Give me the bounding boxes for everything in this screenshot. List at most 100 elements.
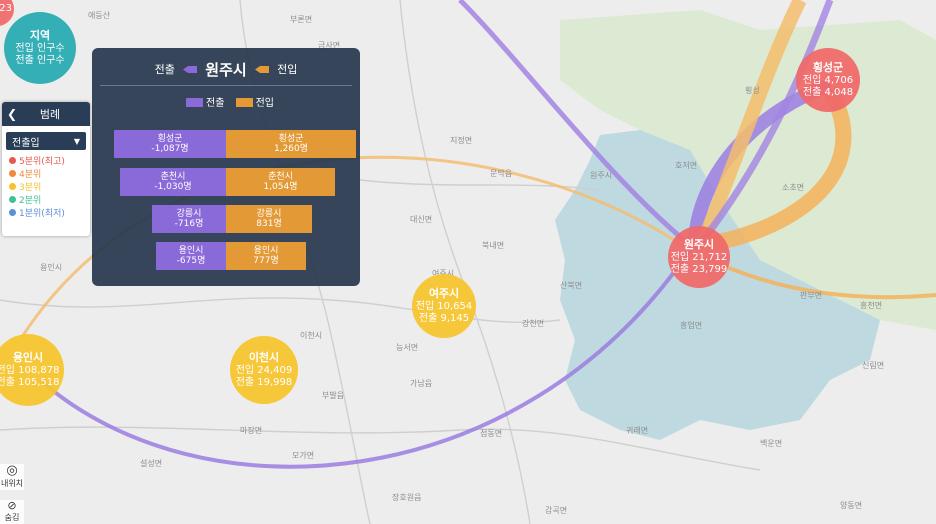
bubble-in: 전입 인구수	[15, 42, 65, 54]
bubble-out: 전출 105,518	[0, 376, 60, 388]
bar-out-value: -1,030명	[154, 182, 192, 192]
map-label: 능서면	[396, 343, 419, 352]
legend-item-label: 5분위(최고)	[19, 157, 65, 167]
legend-dot	[9, 209, 16, 216]
map-label: 강천면	[522, 319, 545, 328]
map-label: 귀래면	[626, 426, 649, 435]
hide-label: 숨김	[4, 513, 20, 522]
crosshair-icon: ◎	[6, 463, 18, 478]
legend-item: 5분위(최고)	[2, 154, 90, 167]
bar-out-value: -716명	[174, 219, 204, 229]
hide-button[interactable]: ⊘ 숨김	[0, 500, 24, 524]
map-label: 애등산	[88, 11, 111, 20]
bubble-name: 이천시	[248, 350, 280, 364]
map-label: 점동면	[480, 429, 503, 438]
map-label: 흥업면	[680, 321, 703, 330]
bubble-in: 전입 4,706	[802, 74, 854, 86]
bubble-name: 용인시	[12, 350, 44, 364]
bar-out-name: 용인시	[178, 246, 204, 256]
bubble-out: 전출 23,799	[670, 263, 728, 275]
bar-in: 용인시 777명	[226, 242, 306, 270]
legend-item-label: 4분위	[19, 170, 42, 180]
yeoju-bubble[interactable]: 여주시 전입 10,654 전출 9,145	[412, 274, 476, 338]
bar-in-value: 831명	[256, 219, 282, 229]
migration-popup: 전출 원주시 전입 전출 전입 횡성군 -1,087명 횡성군 1,260명 춘천시 -1…	[92, 48, 360, 286]
map-label: 가남읍	[410, 379, 433, 388]
bar-in: 강릉시 831명	[226, 205, 312, 233]
legend-header: ❮ 범례	[2, 102, 90, 126]
popup-title-row: 전출 원주시 전입	[92, 59, 360, 80]
legend-item: 4분위	[2, 167, 90, 180]
map-label: 모가면	[292, 451, 315, 460]
legend-dot	[9, 157, 16, 164]
my-location-button[interactable]: ◎ 내위치	[0, 464, 24, 490]
legend-select-value: 전출입	[12, 137, 40, 149]
arrow-left-icon	[183, 66, 198, 73]
bubble-in: 전입 108,878	[0, 364, 60, 376]
bar-out: 횡성군 -1,087명	[114, 130, 226, 158]
hoengseong-bubble[interactable]: 횡성군 전입 4,706 전출 4,048	[796, 48, 860, 112]
popup-title: 원주시	[205, 61, 247, 79]
map-label: 설성면	[140, 459, 163, 468]
map-label: 부발읍	[322, 391, 345, 400]
legend-item: 3분위	[2, 180, 90, 193]
map-label: 부론면	[290, 15, 313, 24]
legend-dot	[9, 170, 16, 177]
bar-in-value: 1,054명	[263, 182, 298, 192]
bar-in-name: 춘천시	[268, 172, 293, 182]
map-label: 산북면	[560, 281, 583, 290]
eye-off-icon: ⊘	[7, 499, 17, 512]
region-legend-bubble: 지역 전입 인구수 전출 인구수	[4, 12, 76, 84]
map-label: 양동면	[840, 501, 863, 510]
map-label: 북내면	[482, 241, 505, 250]
popup-out-label: 전출	[154, 63, 175, 76]
legend-item-label: 3분위	[19, 183, 42, 193]
bar-in-name: 횡성군	[278, 134, 304, 144]
map-label: 판부면	[800, 291, 823, 300]
map-label: 이천시	[300, 331, 323, 340]
icheon-bubble[interactable]: 이천시 전입 24,409 전출 19,998	[230, 336, 298, 404]
map-label: 백운면	[760, 439, 783, 448]
bubble-in: 전입 24,409	[235, 364, 293, 376]
map-label: 횡성	[745, 86, 760, 95]
map-label: 지정면	[450, 136, 473, 145]
bubble-out: 전출 4,048	[802, 86, 854, 98]
my-location-label: 내위치	[0, 479, 24, 488]
map-label: 용인시	[40, 263, 63, 272]
bar-out: 강릉시 -716명	[152, 205, 226, 233]
legend-dot	[9, 196, 16, 203]
bubble-in: 전입 10,654	[415, 300, 473, 312]
map-label: 감곡면	[545, 506, 568, 515]
map-label: 호저면	[675, 161, 698, 170]
legend-in: 전입	[255, 98, 274, 109]
bar-in: 춘천시 1,054명	[226, 168, 335, 196]
bar-in-name: 강릉시	[256, 209, 282, 219]
popup-in-label: 전입	[277, 63, 298, 76]
bar-out-name: 춘천시	[160, 172, 186, 182]
legend-title: 범례	[39, 108, 61, 121]
bubble-name: 횡성군	[812, 60, 844, 74]
bubble-out: 전출 인구수	[15, 54, 65, 66]
bar-in-value: 1,260명	[273, 144, 309, 154]
legend-item-label: 1분위(최저)	[19, 209, 65, 219]
popup-legend: 전출 전입	[92, 94, 360, 109]
map-label: 원주시	[590, 171, 613, 180]
map-label: 대신면	[410, 215, 433, 224]
map-label: 소초면	[782, 183, 805, 192]
chevron-down-icon: ▼	[73, 136, 80, 146]
bar-in: 횡성군 1,260명	[226, 130, 356, 158]
wonju-bubble[interactable]: 원주시 전입 21,712 전출 23,799	[668, 226, 730, 288]
map-label: 신림면	[862, 361, 885, 370]
legend-panel: ❮ 범례 전출입 ▼ 5분위(최고) 4분위 3분위 2분위 1분위(최저)	[2, 102, 90, 236]
bubble-in: 23	[0, 3, 12, 14]
arrow-left-icon	[254, 66, 269, 73]
bubble-name: 지역	[29, 28, 51, 42]
chevron-left-icon[interactable]: ❮	[2, 107, 22, 121]
legend-item: 1분위(최저)	[2, 206, 90, 219]
bar-in-value: 777명	[253, 256, 279, 266]
bubble-name: 원주시	[683, 237, 715, 251]
bubble-name: 여주시	[428, 286, 460, 300]
map-label: 흥천면	[860, 301, 883, 310]
legend-select[interactable]: 전출입 ▼	[6, 132, 86, 150]
bar-in-name: 용인시	[253, 246, 279, 256]
